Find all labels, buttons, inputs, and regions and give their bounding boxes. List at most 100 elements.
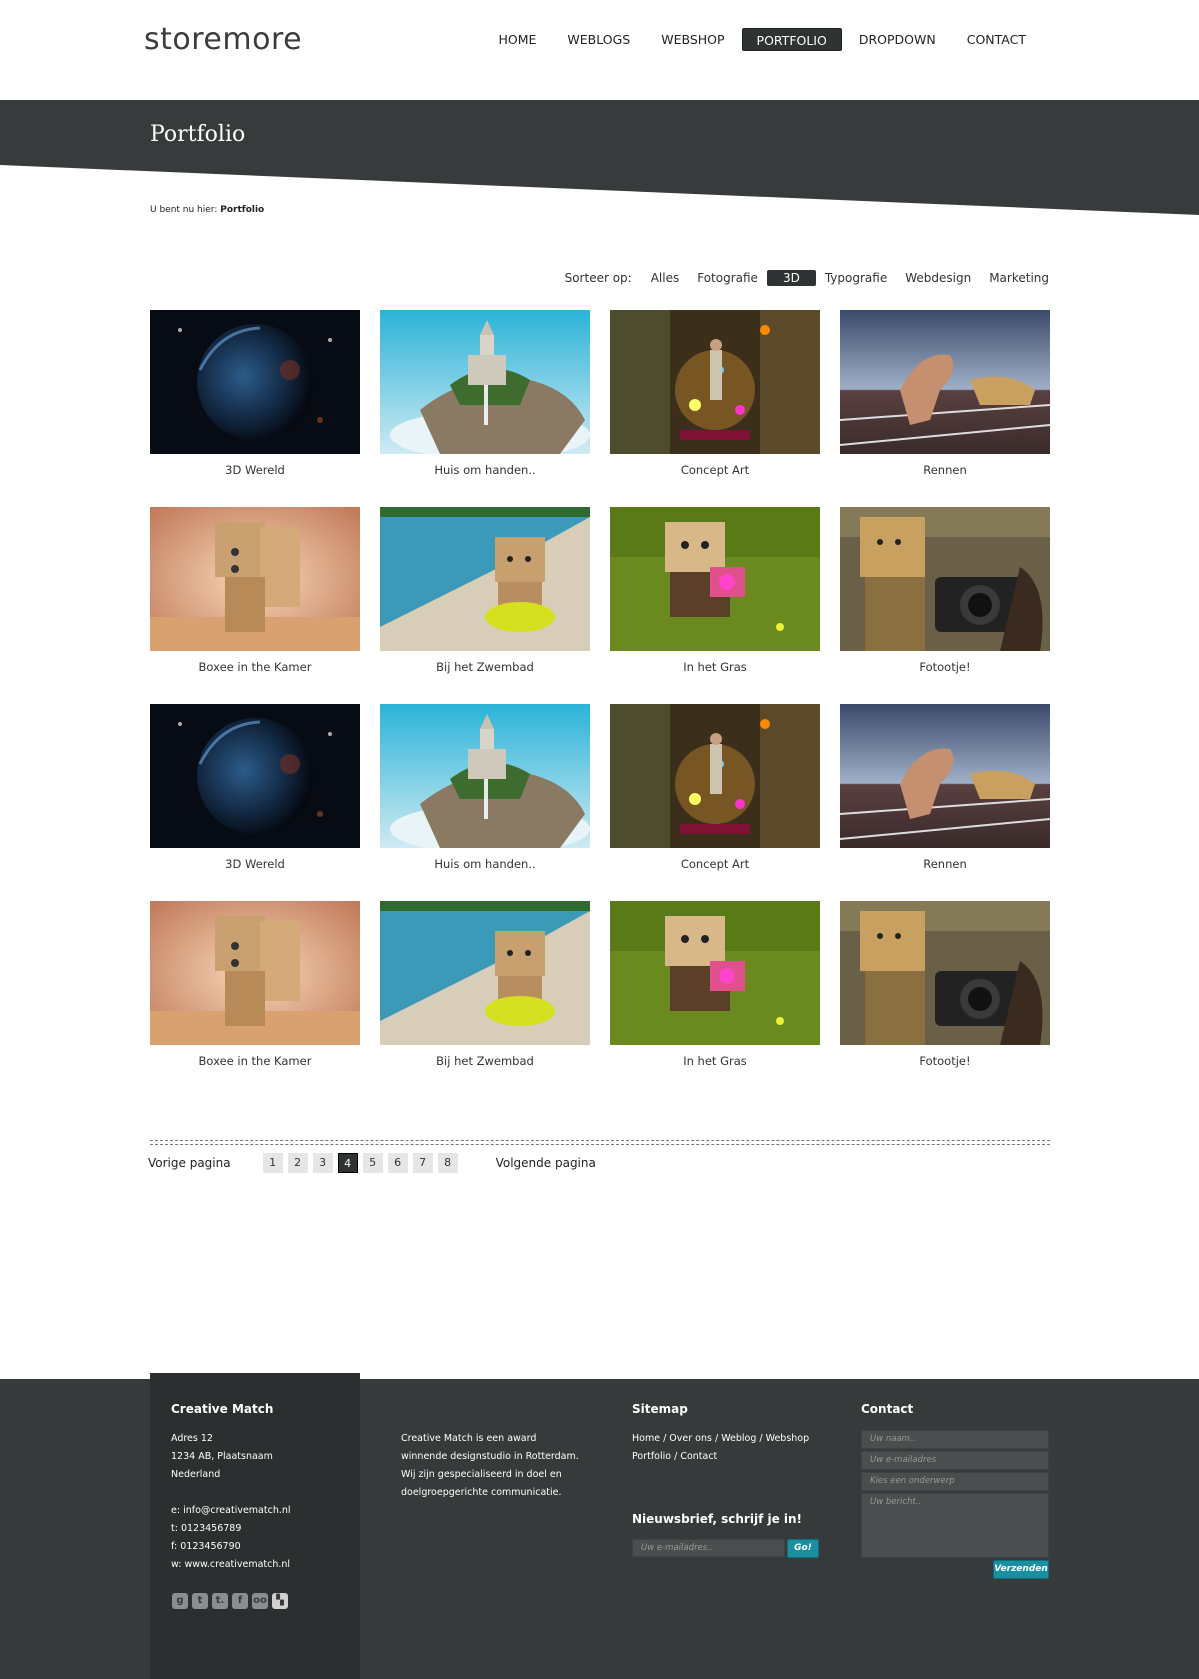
page-6-button[interactable]: 6 <box>387 1153 408 1173</box>
portfolio-caption[interactable]: 3D Wereld <box>150 463 360 477</box>
contact-subject-select[interactable]: Kies een onderwerp <box>861 1472 1049 1491</box>
contact-message-textarea[interactable]: Uw bericht.. <box>861 1493 1049 1558</box>
portfolio-grid: 3D Wereld Huis om handen.. Concept Art Renn… <box>150 310 1050 1098</box>
contact-email-input[interactable]: Uw e-mailadres <box>861 1451 1049 1470</box>
filter-3d[interactable]: 3D <box>766 270 816 286</box>
filter-typografie[interactable]: Typografie <box>816 270 896 286</box>
portfolio-item[interactable]: 3D Wereld <box>150 704 360 901</box>
portfolio-item[interactable]: Rennen <box>840 704 1050 901</box>
portfolio-thumbnail[interactable] <box>610 310 820 454</box>
page-7-button[interactable]: 7 <box>412 1153 433 1173</box>
portfolio-thumbnail[interactable] <box>380 310 590 454</box>
filter-fotografie[interactable]: Fotografie <box>688 270 767 286</box>
site-logo[interactable]: storemore <box>144 22 302 57</box>
portfolio-item[interactable]: Fotootje! <box>840 507 1050 704</box>
page-banner <box>0 100 1199 215</box>
breadcrumb: U bent nu hier: Portfolio <box>150 205 264 215</box>
portfolio-thumbnail[interactable] <box>380 704 590 848</box>
flickr-icon[interactable]: oo <box>252 1593 268 1609</box>
portfolio-thumbnail[interactable] <box>150 704 360 848</box>
nav-webshop[interactable]: WEBSHOP <box>647 28 738 51</box>
filter-webdesign[interactable]: Webdesign <box>896 270 980 286</box>
portfolio-caption[interactable]: Fotootje! <box>840 1054 1050 1068</box>
footer-website[interactable]: w: www.creativematch.nl <box>171 1556 291 1574</box>
newsletter-title: Nieuwsbrief, schrijf je in! <box>632 1512 803 1526</box>
portfolio-caption[interactable]: Concept Art <box>610 463 820 477</box>
portfolio-item[interactable]: Huis om handen.. <box>380 310 590 507</box>
portfolio-item[interactable]: Huis om handen.. <box>380 704 590 901</box>
next-page-link[interactable]: Volgende pagina <box>496 1156 596 1170</box>
portfolio-item[interactable]: Fotootje! <box>840 901 1050 1098</box>
page-8-button[interactable]: 8 <box>437 1153 458 1173</box>
portfolio-thumbnail[interactable] <box>380 901 590 1045</box>
portfolio-thumbnail[interactable] <box>150 901 360 1045</box>
portfolio-thumbnail[interactable] <box>610 901 820 1045</box>
main-nav: HOME WEBLOGS WEBSHOP PORTFOLIO DROPDOWN … <box>481 28 1040 51</box>
portfolio-caption[interactable]: Boxee in the Kamer <box>150 1054 360 1068</box>
portfolio-item[interactable]: Bij het Zwembad <box>380 901 590 1098</box>
facebook-icon[interactable]: f <box>232 1593 248 1609</box>
tumblr-icon[interactable]: t. <box>212 1593 228 1609</box>
portfolio-item[interactable]: Bij het Zwembad <box>380 507 590 704</box>
portfolio-thumbnail[interactable] <box>840 704 1050 848</box>
nav-weblogs[interactable]: WEBLOGS <box>553 28 644 51</box>
address-line-3: Nederland <box>171 1469 221 1480</box>
portfolio-item[interactable]: In het Gras <box>610 901 820 1098</box>
portfolio-caption[interactable]: In het Gras <box>610 660 820 674</box>
portfolio-caption[interactable]: Huis om handen.. <box>380 463 590 477</box>
portfolio-caption[interactable]: Bij het Zwembad <box>380 1054 590 1068</box>
portfolio-thumbnail[interactable] <box>840 901 1050 1045</box>
footer-sitemap-title: Sitemap <box>632 1402 688 1416</box>
nav-dropdown[interactable]: DROPDOWN <box>845 28 950 51</box>
sort-label: Sorteer op: <box>564 271 632 285</box>
portfolio-caption[interactable]: Fotootje! <box>840 660 1050 674</box>
portfolio-item[interactable]: In het Gras <box>610 507 820 704</box>
portfolio-caption[interactable]: Boxee in the Kamer <box>150 660 360 674</box>
portfolio-caption[interactable]: Concept Art <box>610 857 820 871</box>
newsletter-go-button[interactable]: Go! <box>787 1539 819 1558</box>
filter-marketing[interactable]: Marketing <box>980 270 1049 286</box>
nav-contact[interactable]: CONTACT <box>953 28 1040 51</box>
sitemap-line-1[interactable]: Home / Over ons / Weblog / Webshop <box>632 1430 809 1448</box>
sitemap-line-2[interactable]: Portfolio / Contact <box>632 1448 809 1466</box>
portfolio-item[interactable]: 3D Wereld <box>150 310 360 507</box>
page-2-button[interactable]: 2 <box>287 1153 308 1173</box>
sort-filter: Sorteer op: Alles Fotografie 3D Typograf… <box>565 270 1049 286</box>
page-3-button[interactable]: 3 <box>312 1153 333 1173</box>
nav-portfolio[interactable]: PORTFOLIO <box>741 28 842 51</box>
delicious-icon[interactable]: ▚ <box>272 1593 288 1609</box>
contact-name-input[interactable]: Uw naam.. <box>861 1430 1049 1449</box>
portfolio-item[interactable]: Rennen <box>840 310 1050 507</box>
portfolio-caption[interactable]: Bij het Zwembad <box>380 660 590 674</box>
footer-fax: f: 0123456790 <box>171 1541 241 1552</box>
portfolio-item[interactable]: Boxee in the Kamer <box>150 507 360 704</box>
portfolio-thumbnail[interactable] <box>840 310 1050 454</box>
breadcrumb-current[interactable]: Portfolio <box>220 205 264 215</box>
portfolio-item[interactable]: Boxee in the Kamer <box>150 901 360 1098</box>
footer-email[interactable]: e: info@creativematch.nl <box>171 1502 291 1520</box>
portfolio-thumbnail[interactable] <box>610 704 820 848</box>
contact-send-button[interactable]: Verzenden <box>993 1560 1049 1579</box>
nav-home[interactable]: HOME <box>484 28 550 51</box>
portfolio-caption[interactable]: In het Gras <box>610 1054 820 1068</box>
page-1-button[interactable]: 1 <box>262 1153 283 1173</box>
portfolio-item[interactable]: Concept Art <box>610 310 820 507</box>
portfolio-caption[interactable]: 3D Wereld <box>150 857 360 871</box>
portfolio-item[interactable]: Concept Art <box>610 704 820 901</box>
portfolio-thumbnail[interactable] <box>380 507 590 651</box>
portfolio-thumbnail[interactable] <box>610 507 820 651</box>
portfolio-caption[interactable]: Huis om handen.. <box>380 857 590 871</box>
page-title: Portfolio <box>150 122 246 147</box>
page-5-button[interactable]: 5 <box>362 1153 383 1173</box>
google-icon[interactable]: g <box>172 1593 188 1609</box>
page-4-button[interactable]: 4 <box>337 1153 358 1173</box>
portfolio-caption[interactable]: Rennen <box>840 857 1050 871</box>
portfolio-caption[interactable]: Rennen <box>840 463 1050 477</box>
prev-page-link[interactable]: Vorige pagina <box>148 1156 231 1170</box>
portfolio-thumbnail[interactable] <box>150 310 360 454</box>
portfolio-thumbnail[interactable] <box>840 507 1050 651</box>
filter-alles[interactable]: Alles <box>642 270 689 286</box>
portfolio-thumbnail[interactable] <box>150 507 360 651</box>
twitter-icon[interactable]: t <box>192 1593 208 1609</box>
newsletter-email-input[interactable]: Uw e-mailadres.. <box>632 1539 785 1557</box>
